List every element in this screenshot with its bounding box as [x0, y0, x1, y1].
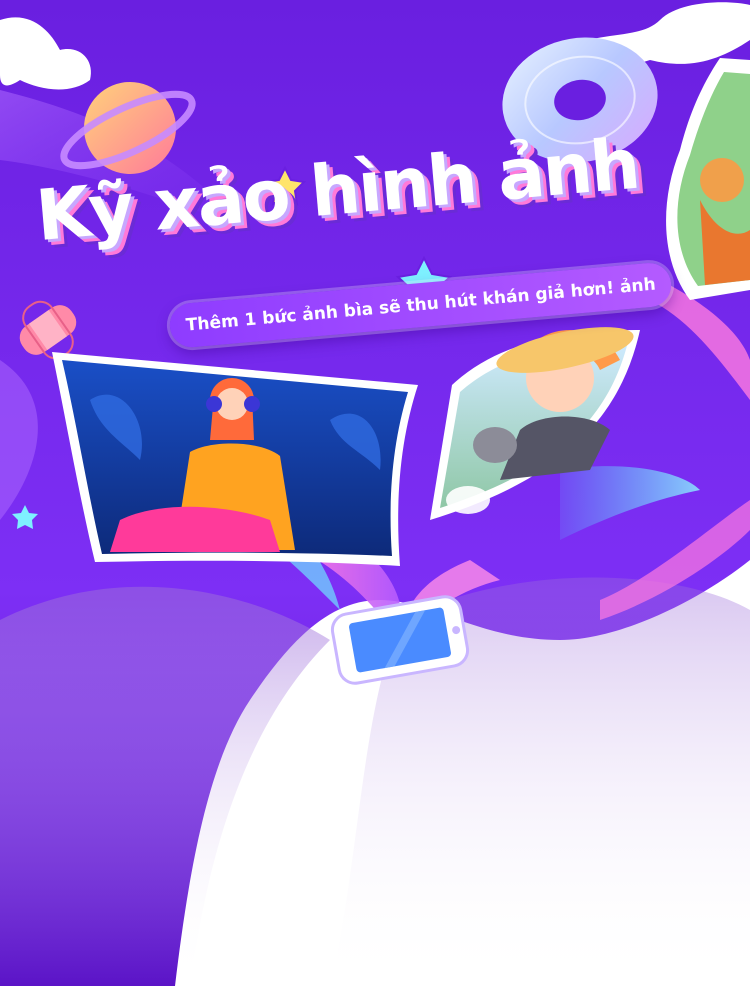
promo-banner: Kỹ xảo hình ảnh Thêm 1 bức ảnh bìa sẽ th… — [0, 0, 750, 986]
image-card-listener — [52, 352, 418, 566]
